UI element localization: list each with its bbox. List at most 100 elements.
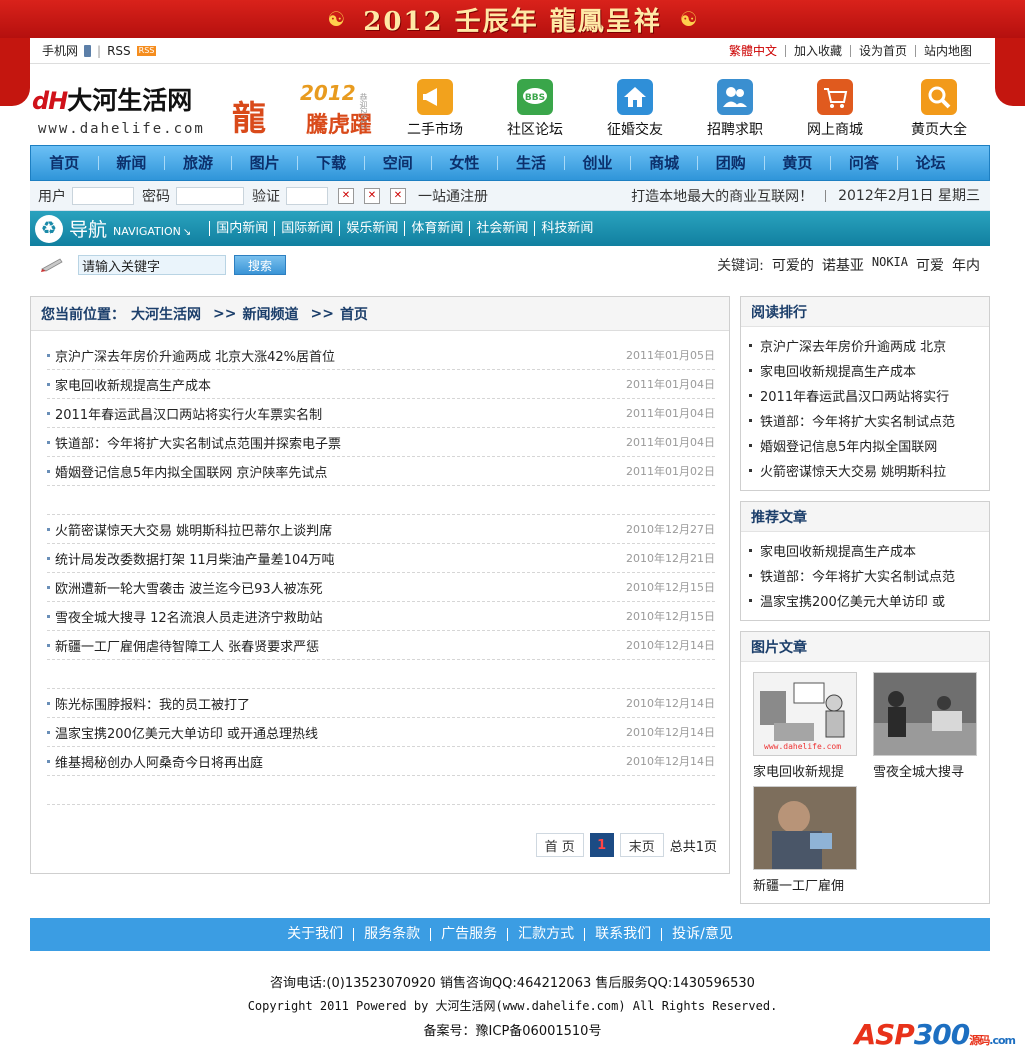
news-title-link[interactable]: 维基揭秘创办人阿桑奇今日将再出庭 <box>55 752 626 771</box>
side-list-item[interactable]: 铁道部：今年将扩大实名制试点范 <box>749 563 983 588</box>
breadcrumb-site[interactable]: 大河生活网 <box>131 304 207 324</box>
photo-article-item[interactable]: 雪夜全城大搜寻 <box>873 672 977 780</box>
bullet-icon <box>47 556 50 560</box>
side-list-item[interactable]: 铁道部：今年将扩大实名制试点范 <box>749 408 983 433</box>
nav-groupbuy[interactable]: 团购 <box>696 156 764 171</box>
nav-news[interactable]: 新闻 <box>97 156 165 171</box>
set-homepage-link[interactable]: 设为首页 <box>849 44 915 57</box>
site-logo[interactable]: dH 大河生活网 www.dahelife.com <box>32 81 205 137</box>
nav-home[interactable]: 首页 <box>31 156 98 171</box>
quick-link-forum[interactable]: BBS 社区论坛 <box>490 79 580 139</box>
news-title-link[interactable]: 欧洲遭新一轮大雪袭击 波兰迄今已93人被冻死 <box>55 578 626 597</box>
side-list-item[interactable]: 婚姻登记信息5年内拟全国联网 <box>749 433 983 458</box>
nav-life[interactable]: 生活 <box>497 156 564 171</box>
traditional-chinese-link[interactable]: 繁體中文 <box>721 45 785 57</box>
news-item[interactable]: 2011年春运武昌汉口两站将实行火车票实名制 2011年01月04日 <box>47 399 715 428</box>
quick-link-dating[interactable]: 征婚交友 <box>590 79 680 139</box>
keyword-link[interactable]: 可爱的 <box>772 255 814 275</box>
keyword-link[interactable]: 诺基亚 <box>822 255 864 275</box>
news-item[interactable]: 火箭密谋惊天大交易 姚明斯科拉巴蒂尔上谈判席 2010年12月27日 <box>47 515 715 544</box>
footer-feedback-link[interactable]: 投诉/意见 <box>661 927 743 941</box>
news-title-link[interactable]: 婚姻登记信息5年内拟全国联网 京沪陕率先试点 <box>55 462 626 481</box>
search-button[interactable]: 搜索 <box>234 255 286 275</box>
search-input[interactable] <box>78 255 226 275</box>
footer-contact-link[interactable]: 联系我们 <box>584 927 661 941</box>
nav-qa[interactable]: 问答 <box>830 156 897 171</box>
sub-nav-technology[interactable]: 科技新闻 <box>534 221 600 236</box>
nav-pictures[interactable]: 图片 <box>230 156 298 171</box>
news-title-link[interactable]: 火箭密谋惊天大交易 姚明斯科拉巴蒂尔上谈判席 <box>55 520 626 539</box>
news-item[interactable]: 家电回收新规提高生产成本 2011年01月04日 <box>47 370 715 399</box>
footer-terms-link[interactable]: 服务条款 <box>353 927 430 941</box>
news-title-link[interactable]: 2011年春运武昌汉口两站将实行火车票实名制 <box>55 404 626 423</box>
sub-nav-entertainment[interactable]: 娱乐新闻 <box>339 221 405 236</box>
footer-payment-link[interactable]: 汇款方式 <box>507 927 584 941</box>
keyword-link[interactable]: NOKIA <box>872 255 908 275</box>
sitemap-link[interactable]: 站内地图 <box>914 44 980 57</box>
nav-space[interactable]: 空间 <box>363 156 431 171</box>
news-title-link[interactable]: 新疆一工厂雇佣虐待智障工人 张春贤要求严惩 <box>55 636 626 655</box>
news-title-link[interactable]: 家电回收新规提高生产成本 <box>55 375 626 394</box>
news-item[interactable]: 京沪广深去年房价升逾两成 北京大涨42%居首位 2011年01月05日 <box>47 341 715 370</box>
news-item[interactable]: 欧洲遭新一轮大雪袭击 波兰迄今已93人被冻死 2010年12月15日 <box>47 573 715 602</box>
add-favorite-link[interactable]: 加入收藏 <box>784 44 850 57</box>
photo-article-item[interactable]: www.dahelife.com 家电回收新规提 <box>753 672 857 780</box>
nav-travel[interactable]: 旅游 <box>164 156 231 171</box>
news-item[interactable]: 温家宝携200亿美元大单访印 或开通总理热线 2010年12月14日 <box>47 718 715 747</box>
verify-code-input[interactable] <box>286 186 328 205</box>
register-button-broken-image-icon[interactable]: ✕ <box>390 187 406 204</box>
quick-link-yellowpages[interactable]: 黄页大全 <box>894 79 984 139</box>
footer-about-link[interactable]: 关于我们 <box>277 927 353 941</box>
nav-mall[interactable]: 商城 <box>630 156 697 171</box>
nav-forum[interactable]: 论坛 <box>896 156 964 171</box>
side-list-item[interactable]: 京沪广深去年房价升逾两成 北京 <box>749 333 983 358</box>
breadcrumb-channel[interactable]: 新闻频道 <box>242 304 304 324</box>
keyword-link[interactable]: 年内 <box>952 255 980 275</box>
arrow-down-right-icon: ↘ <box>182 227 192 238</box>
captcha-broken-image-icon[interactable]: ✕ <box>338 187 354 204</box>
footer-ads-link[interactable]: 广告服务 <box>430 927 507 941</box>
side-list-item[interactable]: 家电回收新规提高生产成本 <box>749 538 983 563</box>
news-item[interactable]: 铁道部：今年将扩大实名制试点范围并探索电子票 2011年01月04日 <box>47 428 715 457</box>
news-title-link[interactable]: 雪夜全城大搜寻 12名流浪人员走进济宁救助站 <box>55 607 626 626</box>
current-page-button[interactable]: 1 <box>589 833 614 857</box>
sub-nav-society[interactable]: 社会新闻 <box>469 221 535 236</box>
sub-nav-international[interactable]: 国际新闻 <box>274 221 340 236</box>
news-title-link[interactable]: 铁道部：今年将扩大实名制试点范围并探索电子票 <box>55 433 626 452</box>
nav-yellowpages[interactable]: 黄页 <box>763 156 831 171</box>
photo-article-item[interactable]: 新疆一工厂雇佣 <box>753 786 857 894</box>
news-item[interactable]: 雪夜全城大搜寻 12名流浪人员走进济宁救助站 2010年12月15日 <box>47 602 715 631</box>
sub-nav-domestic[interactable]: 国内新闻 <box>209 221 275 236</box>
first-page-button[interactable]: 首 页 <box>535 833 584 857</box>
side-list-item[interactable]: 家电回收新规提高生产成本 <box>749 358 983 383</box>
side-list-item[interactable]: 火箭密谋惊天大交易 姚明斯科拉 <box>749 458 983 483</box>
side-list-item-label: 家电回收新规提高生产成本 <box>760 545 917 560</box>
news-title-link[interactable]: 统计局发改委数据打架 11月柴油产量差104万吨 <box>55 549 626 568</box>
quick-link-jobs[interactable]: 招聘求职 <box>690 79 780 139</box>
news-title-link[interactable]: 京沪广深去年房价升逾两成 北京大涨42%居首位 <box>55 346 626 365</box>
mobile-link[interactable]: 手机网 <box>42 42 78 59</box>
one-stop-register-link[interactable]: 一站通注册 <box>418 186 488 206</box>
quick-link-mall[interactable]: 网上商城 <box>790 79 880 139</box>
news-item[interactable]: 婚姻登记信息5年内拟全国联网 京沪陕率先试点 2011年01月02日 <box>47 457 715 486</box>
rss-link[interactable]: RSS <box>107 44 131 58</box>
news-title-link[interactable]: 温家宝携200亿美元大单访印 或开通总理热线 <box>55 723 626 742</box>
username-input[interactable] <box>72 186 134 205</box>
keyword-link[interactable]: 可爱 <box>916 255 944 275</box>
login-button-broken-image-icon[interactable]: ✕ <box>364 187 380 204</box>
news-item[interactable]: 新疆一工厂雇佣虐待智障工人 张春贤要求严惩 2010年12月14日 <box>47 631 715 660</box>
news-item[interactable]: 统计局发改委数据打架 11月柴油产量差104万吨 2010年12月21日 <box>47 544 715 573</box>
nav-women[interactable]: 女性 <box>430 156 498 171</box>
news-item[interactable]: 维基揭秘创办人阿桑奇今日将再出庭 2010年12月14日 <box>47 747 715 776</box>
side-list-item[interactable]: 温家宝携200亿美元大单访印 或 <box>749 588 983 613</box>
side-list-item[interactable]: 2011年春运武昌汉口两站将实行 <box>749 383 983 408</box>
news-item[interactable]: 陈光标围脖报料：我的员工被打了 2010年12月14日 <box>47 689 715 718</box>
last-page-button[interactable]: 末页 <box>619 833 664 857</box>
password-input[interactable] <box>176 186 244 205</box>
nav-download[interactable]: 下载 <box>297 156 364 171</box>
news-title-link[interactable]: 陈光标围脖报料：我的员工被打了 <box>55 694 626 713</box>
sub-nav-sports[interactable]: 体育新闻 <box>404 221 470 236</box>
quick-link-secondhand[interactable]: 二手市场 <box>390 79 480 139</box>
nav-startup[interactable]: 创业 <box>563 156 631 171</box>
rss-icon[interactable]: RSS <box>136 45 157 56</box>
